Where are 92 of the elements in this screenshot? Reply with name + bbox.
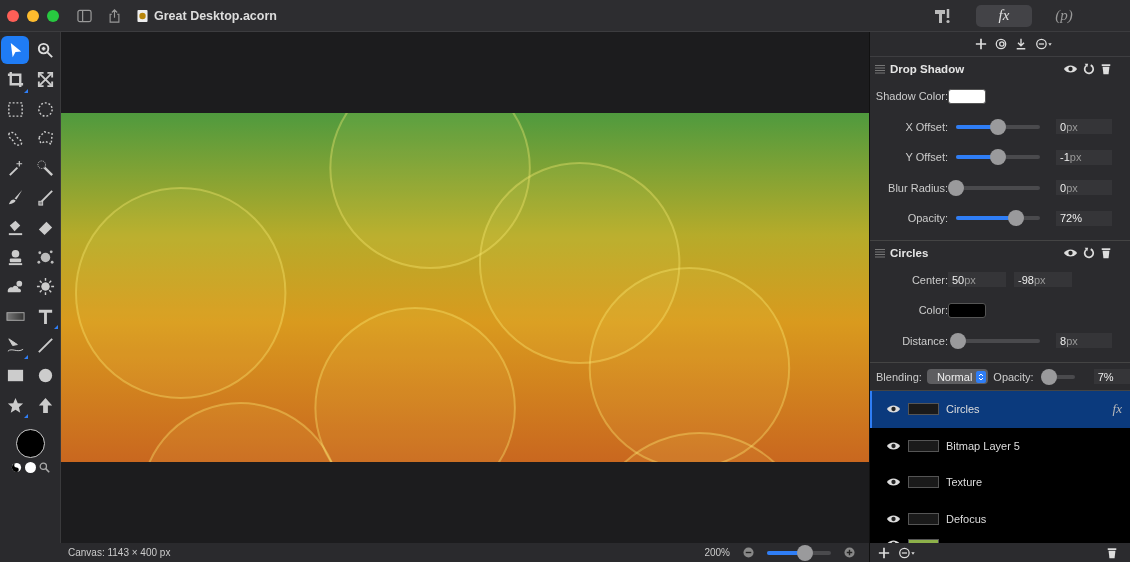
background-color-swatch[interactable] [24,462,36,474]
slider-thumb[interactable] [990,149,1006,166]
slider-thumb[interactable] [948,179,964,196]
share-icon[interactable] [107,8,122,23]
foreground-color-swatch[interactable] [15,429,45,459]
updown-arrows-icon [976,370,987,383]
layer-row[interactable]: Bitmap Layer 5 [870,427,1130,464]
drag-handle-icon[interactable] [875,247,885,258]
blending-dropdown[interactable]: Normal [926,369,989,384]
value-field[interactable]: -98px [1014,272,1072,288]
close-button[interactable] [7,9,19,22]
slider-thumb[interactable] [949,332,966,349]
zoom-icon [35,40,55,60]
blending-label: Blending: [876,370,922,383]
layer-thumbnail [908,403,939,416]
layer-row[interactable]: Circles fx [870,391,1130,428]
trash-icon[interactable] [1106,546,1118,559]
splatter-icon [35,247,55,267]
parameter-label: Distance: [901,334,948,347]
layer-name: Bitmap Layer 5 [946,439,1020,452]
opacity-field[interactable]: 7% [1093,369,1130,384]
reset-icon[interactable] [1083,246,1095,259]
parameter-label: Blur Radius: [887,181,948,194]
parameter-label: Opacity: [906,212,948,225]
layer-row[interactable]: Texture [870,464,1130,501]
window-title: Great Desktop.acorn [154,8,277,23]
layer-name: Circles [946,403,980,416]
parameter-label: X Offset: [904,120,948,133]
value-field[interactable]: -1px [1056,149,1112,165]
eye-icon[interactable] [886,404,901,415]
parameter-label: Y Offset: [904,151,948,164]
slider-thumb[interactable] [1040,368,1057,385]
lasso-icon [5,129,25,149]
zoom-out-icon[interactable] [743,547,754,558]
value-field[interactable]: 8px [1056,333,1112,349]
color-well[interactable] [948,88,986,104]
download-icon[interactable] [1015,38,1027,50]
filter-icon[interactable] [995,38,1007,50]
parameter-label: Center: [910,273,948,286]
slider-thumb[interactable] [797,544,814,561]
canvas-size-label: Canvas: 1143 × 400 px [68,547,171,558]
eye-icon[interactable] [886,440,901,451]
eye-icon[interactable] [1063,64,1078,74]
eye-icon[interactable] [1063,247,1078,258]
parameter-label: Shadow Color: [874,90,948,103]
layer-name: Texture [946,476,983,489]
pencil-icon [35,188,55,208]
layer-thumbnail [908,512,939,525]
reset-icon[interactable] [1083,63,1095,75]
value-field[interactable]: 0px [1056,119,1112,135]
zoom-button[interactable] [47,9,59,22]
layer-name: Defocus [946,512,987,525]
layer-thumbnail [908,439,939,452]
line-icon [35,336,55,356]
trash-icon[interactable] [1100,246,1112,259]
remove-menu-icon[interactable] [898,546,916,559]
add-icon[interactable] [975,38,987,50]
remove-menu-icon[interactable] [1035,38,1053,50]
value-field[interactable]: 50px [948,272,1006,288]
zoom-in-icon[interactable] [844,547,855,558]
opacity-label: Opacity: [993,370,1034,383]
inspector-tab[interactable]: (p) [1036,4,1092,27]
rect-select-icon [5,99,25,119]
swap-colors-icon[interactable] [10,462,22,474]
layer-row[interactable]: Defocus [870,500,1130,537]
ellipse-select-icon [35,99,55,119]
minimize-button[interactable] [27,9,39,22]
document-icon [137,8,148,23]
value-field[interactable]: 72% [1056,210,1112,226]
slider-thumb[interactable] [1008,210,1025,227]
zoom-level: 200% [704,547,730,558]
add-icon[interactable] [878,546,890,559]
filter-title: Circles [890,246,929,259]
tool-button[interactable] [1,36,29,64]
effects-indicator: fx [1112,401,1122,418]
crop-icon [5,70,25,90]
trash-icon[interactable] [1100,63,1112,75]
eye-icon[interactable] [886,477,901,488]
drag-handle-icon[interactable] [875,64,885,74]
transform-icon [35,70,55,90]
filter-title: Drop Shadow [890,63,965,75]
sidebar-icon[interactable] [77,8,92,23]
slider-thumb[interactable] [990,118,1006,135]
parameter-label: Color: [917,304,948,317]
color-well[interactable] [948,302,986,318]
eye-icon[interactable] [886,513,901,524]
inspector-tab[interactable]: fx [976,4,1032,27]
value-field[interactable]: 0px [1056,180,1112,196]
selection-brush-icon [35,158,55,178]
magnifier-icon[interactable] [38,462,50,474]
layer-thumbnail [908,476,939,489]
sun-icon [35,277,55,297]
